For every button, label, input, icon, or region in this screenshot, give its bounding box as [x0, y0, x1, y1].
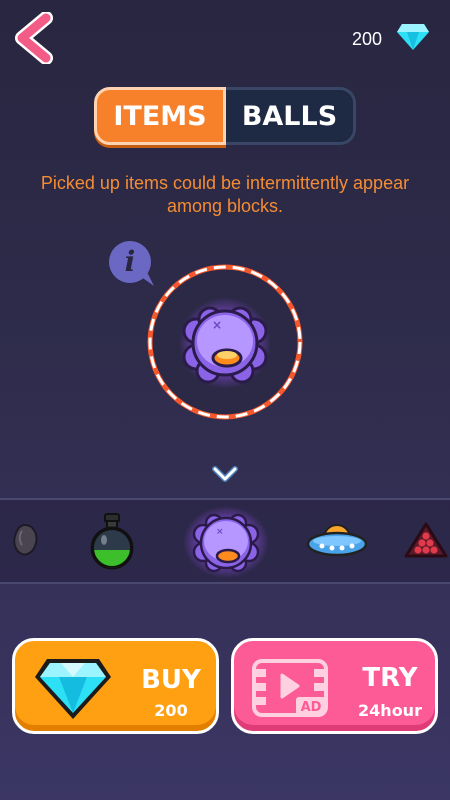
chevron-left-icon — [15, 11, 53, 65]
try-button[interactable]: AD TRY 24hour — [231, 638, 438, 734]
tab-group: ITEMS BALLS — [94, 87, 356, 149]
diamond-icon — [35, 659, 111, 719]
tab-balls[interactable]: BALLS — [226, 87, 356, 145]
svg-text:×: × — [216, 527, 224, 537]
gem-count: 200 — [351, 29, 382, 49]
ad-badge: AD — [301, 700, 322, 715]
try-label: TRY — [362, 663, 418, 693]
svg-text:×: × — [212, 318, 222, 332]
diamond-icon — [397, 24, 429, 50]
chevron-down-icon — [212, 466, 238, 482]
buy-button[interactable]: BUY 200 — [12, 638, 219, 734]
item-description: Picked up items could be intermittently … — [40, 173, 410, 216]
potion-icon[interactable] — [88, 512, 136, 570]
video-ad-icon: AD — [252, 659, 328, 717]
item-preview: × — [146, 263, 304, 421]
purple-blob-icon-selected[interactable]: × — [183, 506, 269, 578]
ufo-icon[interactable] — [306, 518, 368, 560]
try-duration: 24hour — [358, 701, 422, 720]
egg-icon[interactable] — [10, 523, 40, 557]
buy-label: BUY — [141, 665, 201, 695]
item-carousel[interactable]: × — [0, 498, 450, 584]
tab-items[interactable]: ITEMS — [94, 87, 226, 145]
back-button[interactable] — [10, 11, 58, 65]
purple-blob-icon: × — [179, 297, 271, 389]
buy-price: 200 — [154, 701, 188, 720]
triangle-balls-icon[interactable] — [404, 522, 448, 558]
svg-text:i: i — [125, 245, 136, 278]
